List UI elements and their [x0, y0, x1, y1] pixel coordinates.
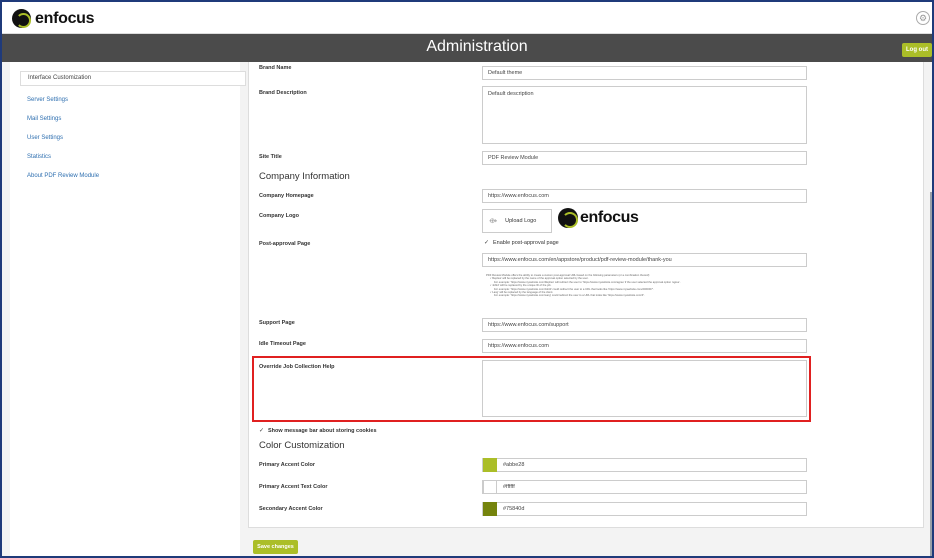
support-page-input[interactable]: https://www.enfocus.com/support [482, 318, 807, 332]
admin-header: Administration Log out [2, 34, 932, 62]
primary-accent-swatch[interactable] [483, 458, 497, 472]
sidebar-item-statistics[interactable]: Statistics [27, 154, 51, 160]
idle-timeout-input[interactable]: https://www.enfocus.com [482, 339, 807, 353]
sidebar-item-server-settings[interactable]: Server Settings [27, 97, 68, 103]
post-approval-url-input[interactable]: https://www.enfocus.com/en/appstore/prod… [482, 253, 807, 267]
sidebar-item-mail-settings[interactable]: Mail Settings [27, 116, 61, 122]
brand-name-input[interactable]: Default theme [482, 66, 807, 80]
gear-icon[interactable]: ⚙ [916, 11, 930, 25]
primary-accent-input[interactable]: #abbe28 [482, 458, 807, 472]
primary-text-input[interactable]: #ffffff [482, 480, 807, 494]
brand-description-textarea[interactable]: Default description [482, 86, 807, 144]
idle-timeout-label: Idle Timeout Page [259, 341, 306, 347]
upload-logo-label: Upload Logo [505, 218, 537, 224]
company-logo-label: Company Logo [259, 213, 300, 219]
sidebar: Interface Customization Server Settings … [10, 62, 246, 556]
sidebar-item-about[interactable]: About PDF Review Module [27, 173, 99, 179]
site-title-input[interactable]: PDF Review Module [482, 151, 807, 165]
checkmark-icon: ✓ [484, 240, 490, 246]
enable-post-approval-label: Enable post-approval page [493, 240, 559, 246]
secondary-accent-label: Secondary Accent Color [259, 506, 323, 512]
post-approval-help-text: PDF Review Module offers the ability to … [486, 274, 786, 298]
sidebar-item-interface-customization[interactable]: Interface Customization [20, 71, 246, 86]
post-approval-label: Post-approval Page [259, 241, 311, 247]
company-homepage-label: Company Homepage [259, 193, 314, 199]
primary-text-label: Primary Accent Text Color [259, 484, 328, 490]
checkmark-icon: ✓ [259, 428, 265, 434]
enable-post-approval-checkbox[interactable]: ✓ Enable post-approval page [484, 240, 559, 246]
page-title: Administration [426, 38, 528, 55]
cookies-label: Show message bar about storing cookies [268, 428, 377, 434]
primary-accent-label: Primary Accent Color [259, 462, 316, 468]
secondary-accent-swatch[interactable] [483, 502, 497, 516]
help-line: For example: 'https://www.mywebsite.com/… [494, 294, 645, 298]
highlight-box [252, 356, 811, 422]
color-customization-heading: Color Customization [259, 440, 345, 451]
top-bar: enfocus ⚙ [2, 2, 932, 34]
secondary-accent-input[interactable]: #75840d [482, 502, 807, 516]
enfocus-logo-icon [12, 9, 31, 28]
logout-button[interactable]: Log out [902, 43, 932, 57]
brand-description-label: Brand Description [259, 90, 307, 96]
company-homepage-input[interactable]: https://www.enfocus.com [482, 189, 807, 203]
cookies-checkbox[interactable]: ✓ Show message bar about storing cookies [259, 428, 377, 434]
company-logo-preview: enfocus [558, 208, 639, 228]
scrollbar[interactable] [930, 192, 932, 556]
upload-logo-button[interactable]: ⟴ Upload Logo [482, 209, 552, 233]
app-window: enfocus ⚙ Administration Log out Interfa… [0, 0, 934, 558]
primary-text-swatch[interactable] [483, 480, 497, 494]
brand-name: enfocus [35, 9, 95, 27]
upload-icon: ⟴ [489, 218, 498, 225]
sidebar-item-user-settings[interactable]: User Settings [27, 135, 63, 141]
company-information-heading: Company Information [259, 171, 350, 182]
support-page-label: Support Page [259, 320, 295, 326]
company-logo-text: enfocus [580, 209, 639, 226]
enfocus-logo-icon [558, 208, 578, 228]
brand-name-label: Brand Name [259, 65, 292, 71]
enfocus-logo[interactable]: enfocus [12, 9, 95, 28]
site-title-label: Site Title [259, 154, 282, 160]
save-changes-button[interactable]: Save changes [253, 540, 298, 554]
